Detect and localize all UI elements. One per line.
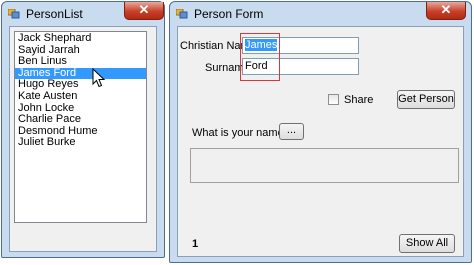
app-icon	[8, 9, 20, 19]
list-item[interactable]: Charlie Pace	[15, 114, 146, 126]
show-all-label: Show All	[405, 237, 449, 249]
share-label[interactable]: Share	[344, 94, 373, 106]
close-button[interactable]: ✕	[124, 2, 164, 20]
highlight-box	[240, 33, 280, 81]
person-form-client: Christian Name: James Surname: Ford Shar…	[177, 26, 464, 257]
list-item[interactable]: Juliet Burke	[15, 137, 146, 149]
person-list-client: Jack Shephard Sayid Jarrah Ben Linus James …	[9, 26, 157, 252]
person-form-window: Person Form ✕ Christian Name: James Surn…	[169, 1, 472, 263]
close-icon: ✕	[138, 2, 150, 17]
person-list-window: PersonList ✕ Jack Shephard Sayid Jarrah Be…	[1, 1, 165, 258]
mouse-pointer-icon	[92, 68, 106, 88]
get-person-button[interactable]: Get Person	[397, 90, 455, 109]
person-list-titlebar[interactable]: PersonList ✕	[2, 2, 164, 26]
list-item[interactable]: Jack Shephard	[15, 32, 146, 45]
ellipsis-label: ...	[286, 124, 297, 136]
counter-label: 1	[192, 238, 199, 250]
get-person-label: Get Person	[398, 93, 454, 105]
question-label: What is your name?	[192, 127, 290, 139]
close-icon: ✕	[440, 2, 452, 17]
window-title: Person Form	[194, 7, 264, 21]
close-button[interactable]: ✕	[426, 2, 466, 20]
ellipsis-button[interactable]: ...	[279, 123, 304, 140]
person-listbox[interactable]: Jack Shephard Sayid Jarrah Ben Linus James …	[14, 31, 147, 223]
output-panel	[190, 148, 459, 183]
list-item[interactable]: Kate Austen	[15, 90, 146, 103]
window-title: PersonList	[26, 7, 83, 21]
share-checkbox[interactable]	[328, 94, 339, 105]
app-icon	[176, 9, 188, 19]
show-all-button[interactable]: Show All	[399, 234, 455, 253]
person-form-titlebar[interactable]: Person Form ✕	[170, 2, 471, 26]
